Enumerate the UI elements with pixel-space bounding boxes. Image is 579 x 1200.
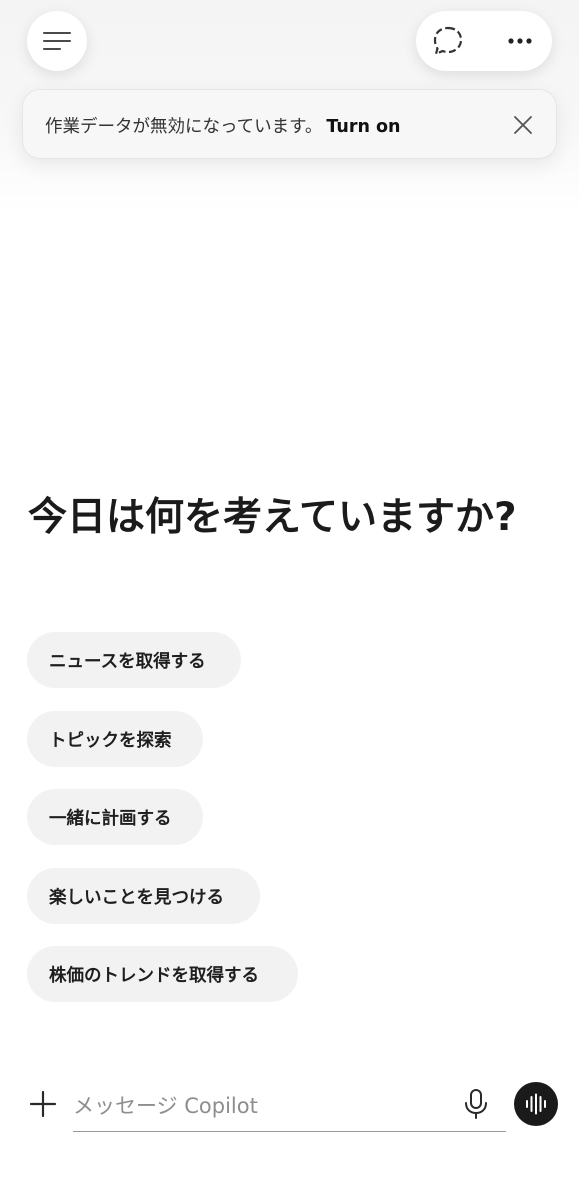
- banner-message: 作業データが無効になっています。: [45, 117, 323, 137]
- copilot-home-screen: 作業データが無効になっています。 Turn on 今日は何を考えていますか? ニュ…: [0, 0, 579, 1200]
- close-icon[interactable]: [511, 113, 535, 137]
- work-data-banner: 作業データが無効になっています。 Turn on: [22, 89, 557, 159]
- header-actions: [416, 11, 552, 71]
- banner-text: 作業データが無効になっています。 Turn on: [45, 113, 401, 138]
- page-title: 今日は何を考えていますか?: [28, 495, 517, 540]
- suggestion-chip-plan-together[interactable]: 一緒に計画する: [27, 789, 203, 845]
- turn-on-link[interactable]: Turn on: [326, 117, 400, 137]
- suggestion-chip-explore-topic[interactable]: トピックを探索: [27, 711, 203, 767]
- voice-waveform-icon: [526, 1093, 546, 1115]
- plus-icon[interactable]: [28, 1089, 58, 1119]
- suggestion-chip-stock-trends[interactable]: 株価のトレンドを取得する: [27, 946, 298, 1002]
- menu-button[interactable]: [27, 11, 87, 71]
- message-composer: [73, 1080, 506, 1132]
- hamburger-menu-icon: [43, 32, 71, 50]
- more-dots-icon[interactable]: [504, 25, 536, 57]
- voice-mode-button[interactable]: [514, 1082, 558, 1126]
- suggestion-chip-find-fun[interactable]: 楽しいことを見つける: [27, 868, 260, 924]
- message-input[interactable]: [73, 1086, 453, 1126]
- chat-bubble-icon[interactable]: [432, 25, 464, 57]
- microphone-icon[interactable]: [463, 1088, 489, 1120]
- suggestion-chip-get-news[interactable]: ニュースを取得する: [27, 632, 241, 688]
